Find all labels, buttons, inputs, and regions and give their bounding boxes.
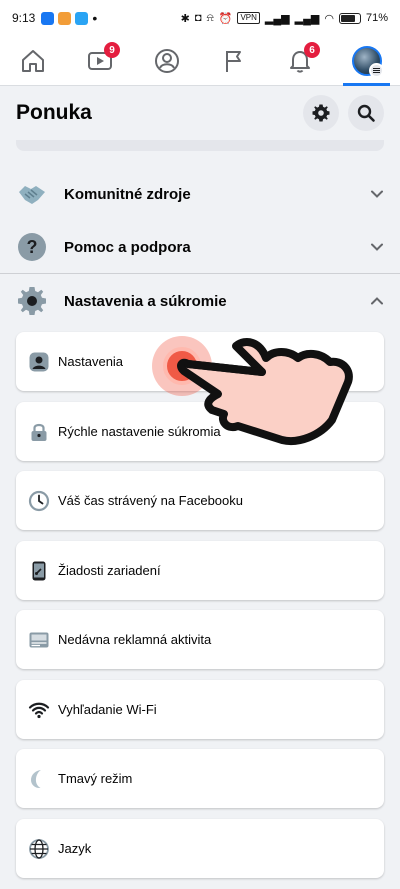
nav-menu[interactable] (333, 36, 400, 86)
do-not-disturb-icon: ◘ (194, 12, 202, 24)
gear-icon (312, 104, 330, 122)
nav-notifications[interactable]: 6 (267, 36, 334, 85)
search-button[interactable] (348, 95, 384, 131)
section-community-resources[interactable]: Komunitné zdroje (0, 167, 400, 221)
chevron-down-icon (371, 243, 383, 251)
item-label: Tmavý režim (58, 771, 133, 786)
handshake-icon (16, 178, 48, 210)
cloud-notification-icon (75, 11, 89, 25)
find-wifi-item[interactable]: Vyhľadanie Wi-Fi (16, 680, 384, 739)
gear-icon (16, 285, 48, 317)
chevron-down-icon (371, 190, 383, 198)
item-label: Nedávna reklamná aktivita (58, 632, 212, 647)
avatar (351, 45, 384, 78)
alarm-icon: ⏰ (218, 12, 233, 25)
item-label: Jazyk (58, 841, 92, 856)
mute-icon: ⍾ (206, 11, 214, 24)
nav-watch[interactable]: 9 (67, 36, 134, 85)
phone-icon (28, 560, 50, 582)
ad-activity-icon (28, 629, 50, 651)
vpn-icon: VPN (237, 12, 260, 24)
clock-icon (28, 490, 50, 512)
nav-pages[interactable] (200, 36, 267, 85)
item-label: Vyhľadanie Wi-Fi (58, 702, 157, 717)
battery-level: 71% (365, 12, 388, 24)
user-settings-icon (28, 351, 50, 373)
settings-button[interactable] (303, 95, 339, 131)
menu-header: Ponuka (0, 86, 400, 140)
battery-icon (338, 12, 361, 24)
profile-icon (154, 48, 179, 73)
watch-badge: 9 (104, 42, 120, 58)
nav-profile[interactable] (133, 36, 200, 85)
time-on-facebook-item[interactable]: Váš čas strávený na Facebooku (16, 471, 384, 530)
signal-icon: ▂▄▆ (264, 12, 290, 25)
page-title: Ponuka (16, 101, 92, 124)
wifi-icon (28, 699, 50, 721)
wifi-status-icon: ◠ (324, 12, 334, 25)
facebook-notification-icon (41, 11, 55, 25)
notifications-badge: 6 (304, 42, 321, 58)
device-requests-item[interactable]: Žiadosti zariadení (16, 541, 384, 600)
section-label: Pomoc a podpora (64, 238, 191, 256)
section-label: Nastavenia a súkromie (64, 292, 227, 310)
app-notification-icon (58, 11, 72, 25)
menu-icon (368, 62, 384, 78)
bluetooth-icon: ✱ (180, 12, 190, 25)
recent-ad-activity-item[interactable]: Nedávna reklamná aktivita (16, 610, 384, 669)
top-navigation: 9 6 (0, 36, 400, 86)
chevron-up-icon (371, 297, 383, 305)
search-icon (357, 104, 375, 122)
dark-mode-item[interactable]: Tmavý režim (16, 749, 384, 808)
help-icon: ? (16, 231, 48, 263)
item-label: Váš čas strávený na Facebooku (58, 493, 243, 508)
pointing-hand-icon (177, 338, 353, 445)
lock-icon (28, 421, 50, 443)
globe-icon (28, 838, 50, 860)
item-label: Nastavenia (58, 354, 124, 369)
item-label: Žiadosti zariadení (58, 563, 161, 578)
flag-icon (226, 50, 242, 72)
collapsed-card-edge (16, 140, 384, 151)
svg-text:?: ? (27, 237, 38, 257)
status-time: 9:13 (12, 11, 36, 25)
nav-home[interactable] (0, 36, 67, 85)
section-label: Komunitné zdroje (64, 185, 191, 203)
moon-icon (28, 768, 50, 790)
section-help-support[interactable]: ? Pomoc a podpora (0, 220, 400, 274)
status-bar: 9:13 • ✱ ◘ ⍾ ⏰ VPN ▂▄▆ ▂▄▆ ◠ 71% (0, 0, 400, 36)
language-item[interactable]: Jazyk (16, 819, 384, 878)
home-icon (22, 49, 45, 72)
more-notifications-icon: • (92, 10, 98, 26)
signal-2-icon: ▂▄▆ (294, 12, 320, 25)
